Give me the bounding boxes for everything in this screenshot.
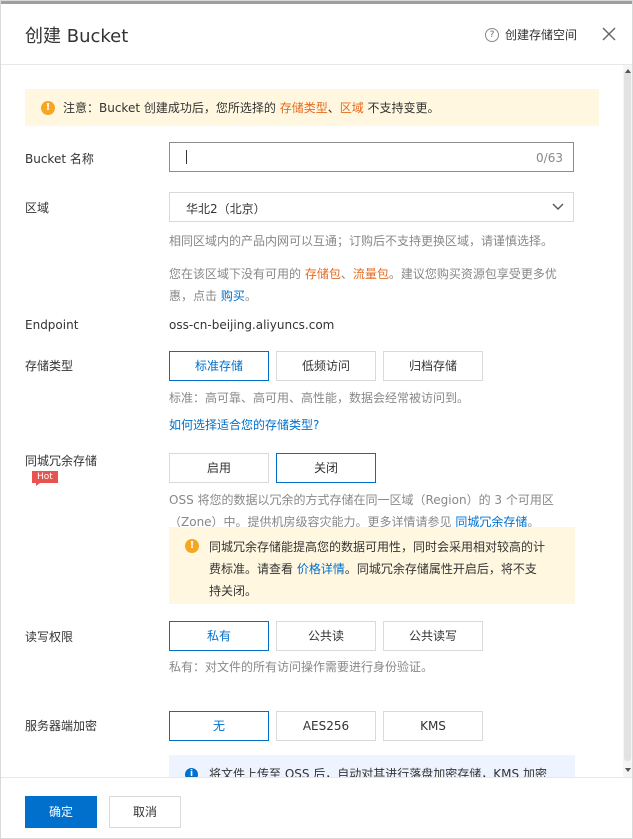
storage-class-archive-button[interactable]: 归档存储 — [383, 351, 483, 381]
acl-private-button[interactable]: 私有 — [169, 621, 269, 651]
warning-icon: ! — [185, 539, 199, 553]
cancel-button[interactable]: 取消 — [109, 796, 181, 828]
resource-package-hint: 您在该区域下没有可用的 存储包、流量包。建议您购买资源包享受更多优惠，点击 购买… — [169, 263, 569, 307]
hot-badge: Hot — [32, 471, 58, 486]
notice-separator: 、 — [327, 101, 340, 115]
region-label: 区域 — [25, 201, 50, 215]
close-icon[interactable] — [599, 24, 619, 44]
pkg-end: 。 — [244, 289, 257, 303]
zrs-disable-button[interactable]: 关闭 — [276, 453, 376, 483]
buy-link[interactable]: 购买 — [221, 289, 245, 303]
notice-banner: ! 注意：Bucket 创建成功后，您所选择的 存储类型、区域 不支持变更。 — [25, 89, 599, 126]
zrs-enable-button[interactable]: 启用 — [169, 453, 269, 483]
pkg-mid: 。建议您购买资源包享受更多优 — [388, 267, 557, 281]
help-link-label: 创建存储空间 — [505, 28, 578, 42]
acl-label: 读写权限 — [25, 630, 74, 644]
pkg-separator: 、 — [340, 267, 353, 281]
create-bucket-dialog: 创建 Bucket ? 创建存储空间 ! 注意：Bucket 创建成功后，您所选… — [0, 0, 633, 839]
zrs-warn-line2-suffix: 。同城冗余存储属性开启后，将不支 — [344, 562, 537, 576]
scrollbar[interactable] — [623, 65, 632, 777]
traffic-package-link[interactable]: 流量包 — [353, 267, 389, 281]
notice-prefix: 注意：Bucket 创建成功后，您所选择的 — [63, 101, 280, 115]
region-selected-value: 华北2（北京） — [186, 202, 266, 216]
pkg-prefix: 您在该区域下没有可用的 — [169, 267, 305, 281]
storage-class-standard-button[interactable]: 标准存储 — [169, 351, 269, 381]
encryption-label: 服务器端加密 — [25, 719, 98, 733]
scroll-up-arrow-icon[interactable] — [625, 69, 631, 73]
price-details-link[interactable]: 价格详情 — [297, 562, 345, 576]
question-circle-icon: ? — [485, 27, 499, 42]
acl-hint: 私有：对文件的所有访问操作需要进行身份验证。 — [169, 660, 434, 674]
warning-icon: ! — [41, 100, 55, 115]
endpoint-value: oss-cn-beijing.aliyuncs.com — [169, 318, 335, 332]
acl-public-read-button[interactable]: 公共读 — [276, 621, 376, 651]
region-hint: 相同区域内的产品内网可以互通；订购后不支持更换区域，请谨慎选择。 — [169, 234, 554, 248]
storage-class-guide-link[interactable]: 如何选择适合您的存储类型? — [169, 414, 319, 436]
storage-class-label: 存储类型 — [25, 359, 74, 373]
text-caret — [186, 150, 187, 164]
pkg-line2: 惠，点击 — [169, 289, 221, 303]
scrollbar-thumb[interactable] — [624, 71, 631, 761]
storage-package-link[interactable]: 存储包 — [305, 267, 341, 281]
zrs-warn-line2-prefix: 费标准。请查看 — [209, 562, 297, 576]
storage-class-ia-button[interactable]: 低频访问 — [276, 351, 376, 381]
char-counter: 0/63 — [536, 151, 563, 165]
storage-class-hint: 标准：高可靠、高可用、高性能，数据会经常被访问到。 — [169, 391, 470, 405]
dialog-header: 创建 Bucket ? 创建存储空间 — [1, 4, 632, 65]
zrs-label: 同城冗余存储 — [25, 454, 98, 468]
notice-storage-class-link[interactable]: 存储类型 — [280, 101, 328, 115]
scroll-down-arrow-icon[interactable] — [625, 768, 631, 772]
encryption-none-button[interactable]: 无 — [169, 711, 269, 741]
dialog-footer: 确定 取消 — [1, 777, 632, 838]
notice-region-link[interactable]: 区域 — [340, 101, 364, 115]
confirm-button[interactable]: 确定 — [25, 796, 97, 828]
help-link[interactable]: ? 创建存储空间 — [485, 26, 577, 43]
dialog-title: 创建 Bucket — [25, 26, 129, 47]
chevron-down-icon — [552, 203, 564, 210]
encryption-kms-button[interactable]: KMS — [383, 711, 483, 741]
zrs-desc-line1: OSS 将您的数据以冗余的方式存储在同一区域（Region）的 3 个可用区 — [169, 493, 554, 507]
encryption-aes256-button[interactable]: AES256 — [276, 711, 376, 741]
region-select[interactable]: 华北2（北京） — [169, 192, 574, 222]
bucket-name-label: Bucket 名称 — [25, 152, 94, 166]
acl-public-read-write-button[interactable]: 公共读写 — [383, 621, 483, 651]
notice-suffix: 不支持变更。 — [363, 101, 440, 115]
zrs-warn-line3: 持关闭。 — [209, 584, 258, 598]
zrs-warning-text: 同城冗余存储能提高您的数据可用性，同时会采用相对较高的计 费标准。请查看 价格详情… — [209, 536, 549, 602]
zrs-warn-line1: 同城冗余存储能提高您的数据可用性，同时会采用相对较高的计 — [209, 540, 546, 554]
bucket-name-input[interactable]: 0/63 — [169, 142, 574, 172]
zrs-warning-box: ! 同城冗余存储能提高您的数据可用性，同时会采用相对较高的计 费标准。请查看 价格… — [169, 527, 575, 604]
endpoint-label: Endpoint — [25, 318, 79, 332]
notice-text: 注意：Bucket 创建成功后，您所选择的 存储类型、区域 不支持变更。 — [63, 99, 440, 116]
